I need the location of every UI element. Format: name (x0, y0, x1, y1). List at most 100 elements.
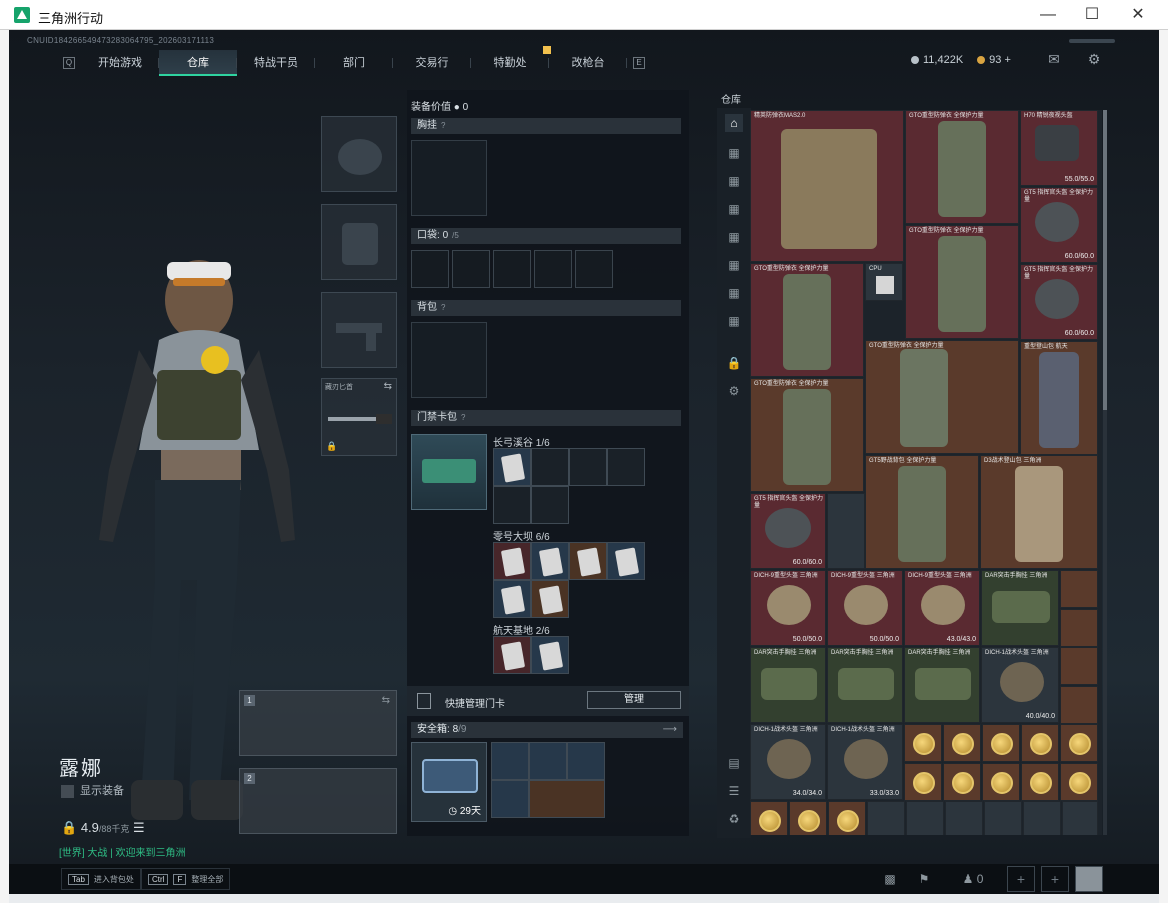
warehouse-item[interactable]: CPU (865, 263, 903, 301)
swap-icon[interactable]: ⇆ (384, 381, 392, 392)
keycard-item[interactable] (493, 636, 531, 674)
pin-icon[interactable]: ⟶ (663, 722, 677, 738)
keycard-item[interactable] (531, 542, 569, 580)
warehouse-item[interactable] (1023, 801, 1061, 835)
warehouse-item[interactable] (1060, 570, 1098, 608)
warehouse-item[interactable] (1060, 609, 1098, 647)
melee-slot[interactable]: 藏刃匕首 ⇆ 🔒 (321, 378, 397, 456)
primary-weapon-slot[interactable]: 1 ⇆ (239, 690, 397, 756)
tab-storage-icon[interactable]: ▦ (725, 256, 743, 274)
backpack-slot[interactable] (411, 322, 487, 398)
tab-market[interactable]: 交易行 (393, 50, 471, 76)
document-icon[interactable]: ▤ (725, 754, 743, 772)
pistol-slot[interactable] (321, 292, 397, 368)
warehouse-item[interactable]: DAR突击手胸挂 三角洲 (904, 647, 980, 723)
warehouse-item[interactable]: GTO重型防弹衣 全保护力量 (750, 378, 864, 492)
coin-item[interactable] (982, 763, 1020, 801)
safe-item[interactable] (567, 742, 605, 780)
coin-item[interactable] (904, 724, 942, 762)
warehouse-item[interactable]: DICH-9重型头盔 三角洲 50.0/50.0 (750, 570, 826, 646)
show-equipment-toggle[interactable]: 显示装备 (61, 782, 124, 798)
tab-department[interactable]: 部门 (315, 50, 393, 76)
warehouse-item[interactable]: DAR突击手胸挂 三角洲 (750, 647, 826, 723)
tab-start-game[interactable]: 开始游戏 (81, 50, 159, 76)
armor-slot[interactable] (321, 204, 397, 280)
add-teammate-button[interactable]: + (1007, 866, 1035, 892)
tab-storage-icon[interactable]: ▦ (725, 144, 743, 162)
tab-storage-icon[interactable]: ▦ (725, 228, 743, 246)
coin-item[interactable] (789, 801, 827, 835)
settings-gear-icon[interactable]: ⚙ (1085, 52, 1103, 66)
warehouse-item[interactable]: GT5 指挥官头盔 全保护力量 60.0/60.0 (1020, 187, 1098, 263)
secondary-weapon-slot[interactable]: 2 (239, 768, 397, 834)
safe-item[interactable] (529, 780, 605, 818)
gear-icon[interactable]: ⚙ (725, 382, 743, 400)
warehouse-item[interactable]: DAR突击手胸挂 三角洲 (981, 570, 1059, 646)
coin-item[interactable] (982, 724, 1020, 762)
player-avatar[interactable] (1075, 866, 1103, 892)
warehouse-item[interactable]: GTO重型防弹衣 全保护力量 (750, 263, 864, 377)
warehouse-item[interactable] (906, 801, 944, 835)
keycard-item[interactable] (531, 580, 569, 618)
coin-item[interactable] (1060, 724, 1098, 762)
friends-icon[interactable]: ♟ 0 (953, 868, 993, 890)
hint-open-backpack[interactable]: Tab 进入背包处 (61, 868, 141, 890)
keycard-item[interactable] (493, 542, 531, 580)
close-button[interactable]: ✕ (1115, 0, 1161, 30)
flag-icon[interactable]: ⚑ (911, 868, 937, 890)
warehouse-item[interactable]: D3战术登山包 三角洲 (980, 455, 1098, 569)
layers-icon[interactable]: ☰ (725, 782, 743, 800)
chest-rig-slot[interactable] (411, 140, 487, 216)
warehouse-item[interactable]: DICH-1战术头盔 三角洲 40.0/40.0 (981, 647, 1059, 723)
maximize-button[interactable]: ☐ (1069, 0, 1115, 30)
tab-storage-icon[interactable]: ▦ (725, 312, 743, 330)
pocket-slot[interactable] (411, 250, 449, 288)
add-teammate-button[interactable]: + (1041, 866, 1069, 892)
warehouse-item[interactable]: DICH-1战术头盔 三角洲 34.0/34.0 (750, 724, 826, 800)
safe-box-item[interactable]: ◷ 29天 (411, 742, 487, 822)
keycard-item[interactable] (569, 542, 607, 580)
tab-gunsmith[interactable]: 改枪台 (549, 50, 627, 76)
warehouse-item[interactable] (945, 801, 983, 835)
swap-icon[interactable]: ⇆ (382, 695, 390, 706)
warehouse-item[interactable]: 精英防弹衣MAS2.0 (750, 110, 904, 262)
warehouse-item[interactable]: 重型登山包 航天 (1020, 341, 1098, 455)
lock-icon[interactable]: 🔒 (725, 354, 743, 372)
tab-special-ops[interactable]: 特勤处 (471, 50, 549, 76)
keycard-empty[interactable] (607, 448, 645, 486)
safe-item[interactable] (491, 742, 529, 780)
warehouse-item[interactable] (984, 801, 1022, 835)
coin-item[interactable] (1021, 724, 1059, 762)
pocket-slot[interactable] (452, 250, 490, 288)
recycle-icon[interactable]: ♻ (725, 810, 743, 828)
coin-item[interactable] (904, 763, 942, 801)
list-icon[interactable]: ☰ (133, 820, 145, 835)
manage-button[interactable]: 管理 (587, 691, 681, 709)
stats-chart-icon[interactable]: ▩ (877, 868, 903, 890)
checkbox-icon[interactable] (61, 784, 74, 798)
warehouse-item[interactable]: GTO重型防弹衣 全保护力量 (905, 110, 1019, 224)
keycard-item[interactable] (607, 542, 645, 580)
scrollbar-thumb[interactable] (1103, 110, 1107, 410)
tab-all-icon[interactable]: ⌂ (725, 114, 743, 132)
warehouse-item[interactable]: DICH-1战术头盔 三角洲 33.0/33.0 (827, 724, 903, 800)
world-chat-line[interactable]: [世界] 大战 | 欢迎来到三角洲 (59, 844, 186, 859)
warehouse-item[interactable]: GT5 指挥官头盔 全保护力量 60.0/60.0 (1020, 264, 1098, 340)
tab-operators[interactable]: 特战干员 (237, 50, 315, 76)
warehouse-item[interactable] (867, 801, 905, 835)
warehouse-empty[interactable] (827, 493, 865, 569)
coin-item[interactable] (943, 763, 981, 801)
tab-storage-icon[interactable]: ▦ (725, 284, 743, 302)
warehouse-scrollbar[interactable] (1103, 110, 1107, 835)
coin-item[interactable] (828, 801, 866, 835)
coin-item[interactable] (1060, 763, 1098, 801)
hint-sort-all[interactable]: Ctrl F 整理全部 (141, 868, 231, 890)
keycard-empty[interactable] (531, 448, 569, 486)
nav-prev-key[interactable]: Q (63, 57, 75, 69)
safe-item[interactable] (529, 742, 567, 780)
safe-item[interactable] (491, 780, 529, 818)
warehouse-item[interactable]: DICH-9重型头盔 三角洲 50.0/50.0 (827, 570, 903, 646)
keycard-item[interactable] (493, 448, 531, 486)
gold-currency[interactable]: 93 + (977, 54, 1011, 66)
tab-storage-icon[interactable]: ▦ (725, 200, 743, 218)
